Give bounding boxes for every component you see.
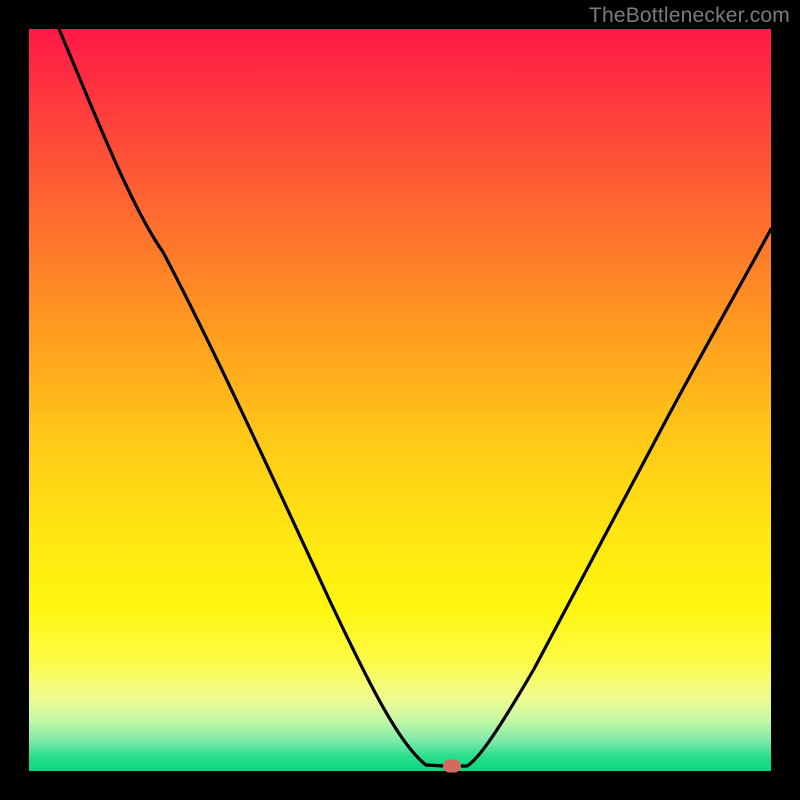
watermark-text: TheBottlenecker.com <box>589 4 790 28</box>
optimal-point-marker <box>443 760 461 773</box>
curve-path <box>59 29 771 766</box>
bottleneck-curve <box>29 29 771 771</box>
chart-stage: TheBottlenecker.com <box>0 0 800 800</box>
plot-area <box>29 29 771 771</box>
